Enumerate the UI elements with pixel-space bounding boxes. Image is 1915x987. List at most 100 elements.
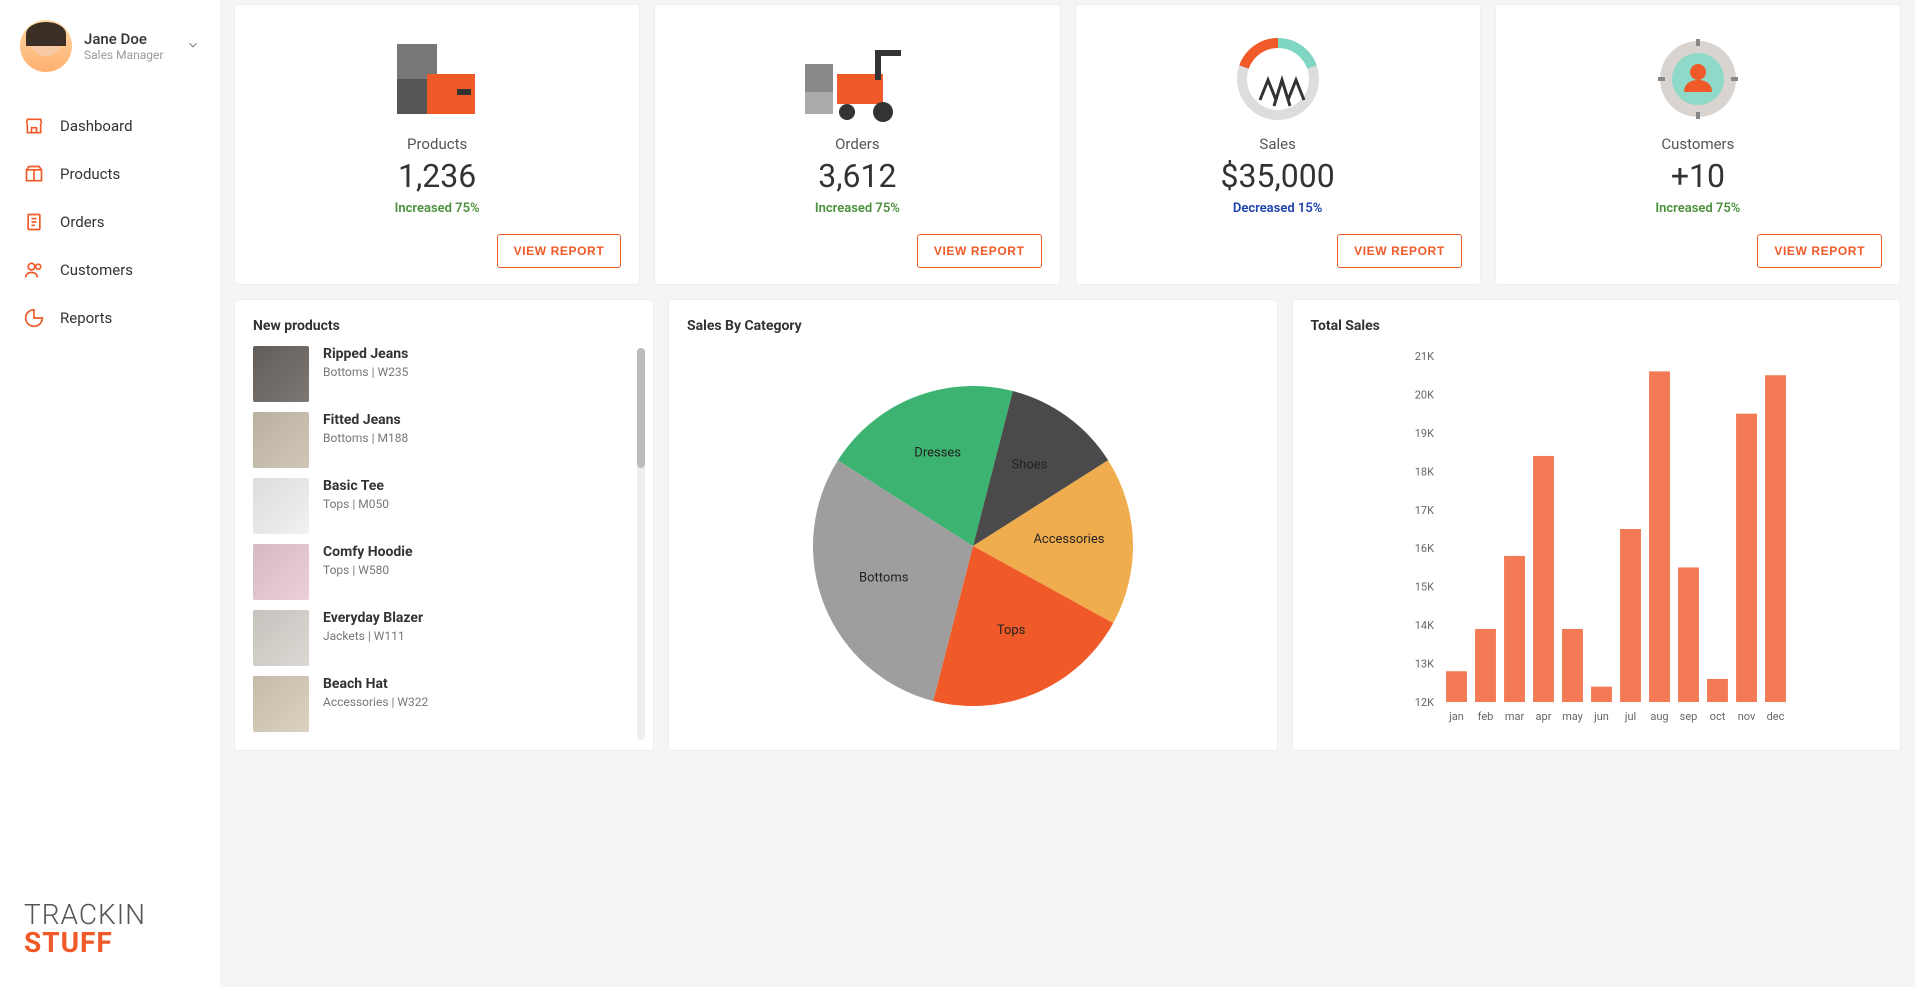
panel-title: Total Sales	[1311, 318, 1883, 334]
y-tick: 16K	[1415, 542, 1434, 555]
x-tick: aug	[1651, 710, 1669, 723]
bar-dec	[1765, 375, 1786, 702]
view-report-button[interactable]: VIEW REPORT	[497, 234, 622, 268]
sidebar-item-label: Reports	[60, 309, 112, 327]
product-thumb	[253, 544, 309, 600]
sidebar-item-dashboard[interactable]: Dashboard	[0, 102, 220, 150]
list-item[interactable]: Basic Tee Tops | M050	[253, 478, 615, 534]
bar-nov	[1736, 414, 1757, 702]
product-sub: Tops | M050	[323, 497, 389, 511]
sidebar-item-label: Dashboard	[60, 117, 133, 135]
x-tick: jan	[1448, 710, 1464, 723]
bar-jul	[1620, 529, 1641, 702]
x-tick: apr	[1536, 710, 1552, 723]
y-tick: 20K	[1415, 388, 1434, 401]
product-thumb	[253, 346, 309, 402]
product-name: Basic Tee	[323, 478, 389, 494]
stat-label: Sales	[1259, 135, 1295, 153]
sidebar-item-products[interactable]: Products	[0, 150, 220, 198]
product-sub: Bottoms | M188	[323, 431, 408, 445]
sidebar-item-orders[interactable]: Orders	[0, 198, 220, 246]
y-tick: 21K	[1415, 350, 1434, 363]
stat-value: 1,236	[398, 157, 476, 195]
main: Products1,236Increased 75%VIEW REPORTOrd…	[220, 0, 1915, 987]
stat-delta: Increased 75%	[1655, 201, 1740, 216]
y-tick: 15K	[1415, 581, 1434, 594]
panel-title: New products	[253, 318, 635, 334]
product-sub: Bottoms | W235	[323, 365, 408, 379]
sidebar-item-customers[interactable]: Customers	[0, 246, 220, 294]
chevron-down-icon	[186, 37, 200, 56]
panel-title: Sales By Category	[687, 318, 1259, 334]
sidebar-item-label: Products	[60, 165, 120, 183]
view-report-button[interactable]: VIEW REPORT	[1757, 234, 1882, 268]
stat-label: Products	[407, 135, 467, 153]
stat-value: +10	[1671, 157, 1725, 195]
stat-value: 3,612	[818, 157, 896, 195]
bar-sep	[1678, 567, 1699, 702]
x-tick: jun	[1593, 710, 1609, 723]
y-tick: 14K	[1415, 619, 1434, 632]
y-tick: 19K	[1415, 427, 1434, 440]
nav: Dashboard Products Orders Customers Reports	[0, 102, 220, 342]
box-icon	[24, 164, 44, 184]
x-tick: sep	[1680, 710, 1698, 723]
list-item[interactable]: Beach Hat Accessories | W322	[253, 676, 615, 732]
stat-card-customers: Customers+10Increased 75%VIEW REPORT	[1495, 4, 1901, 285]
product-thumb	[253, 676, 309, 732]
bar-aug	[1649, 371, 1670, 702]
new-products-panel: New products Ripped Jeans Bottoms | W235 F…	[234, 299, 654, 751]
bar-chart: 12K13K14K15K16K17K18K19K20K21Kjanfebmara…	[1396, 346, 1796, 726]
list-item[interactable]: Ripped Jeans Bottoms | W235	[253, 346, 615, 402]
stat-icon	[1228, 31, 1328, 127]
bar-may	[1562, 629, 1583, 702]
sidebar-item-reports[interactable]: Reports	[0, 294, 220, 342]
product-thumb	[253, 610, 309, 666]
pie-label: Accessories	[1033, 532, 1104, 547]
stat-icon	[797, 31, 917, 127]
bar-jun	[1591, 687, 1612, 702]
stat-delta: Increased 75%	[815, 201, 900, 216]
list-item[interactable]: Everyday BlazerJackets | W111	[253, 610, 615, 666]
stat-card-products: Products 1,236 Increased 75% VIEW REPORT	[234, 4, 640, 285]
product-name: Beach Hat	[323, 676, 428, 692]
x-tick: feb	[1478, 710, 1494, 723]
y-tick: 18K	[1415, 465, 1434, 478]
scrollbar-thumb[interactable]	[637, 348, 645, 468]
total-sales-panel: Total Sales 12K 13K 14K 15K 16K 17K 18K 19K 20K 2…	[1292, 299, 1902, 751]
y-tick: 17K	[1415, 504, 1434, 517]
scrollbar[interactable]	[637, 348, 645, 740]
pie-label: Bottoms	[859, 570, 909, 585]
list-item[interactable]: Comfy HoodieTops | W580	[253, 544, 615, 600]
x-tick: jul	[1624, 710, 1636, 723]
product-sub: Jackets | W111	[323, 629, 423, 643]
sidebar-item-label: Orders	[60, 213, 105, 231]
user-menu[interactable]: Jane Doe Sales Manager	[0, 20, 220, 92]
stat-icon	[387, 31, 487, 127]
product-name: Ripped Jeans	[323, 346, 408, 362]
view-report-button[interactable]: VIEW REPORT	[1337, 234, 1462, 268]
stat-delta: Increased 75%	[395, 201, 480, 216]
logo: TRACKIN STUFF	[0, 881, 220, 967]
product-sub: Accessories | W322	[323, 695, 428, 709]
product-name: Comfy Hoodie	[323, 544, 413, 560]
bar-feb	[1475, 629, 1496, 702]
x-tick: mar	[1505, 710, 1525, 723]
view-report-button[interactable]: VIEW REPORT	[917, 234, 1042, 268]
stat-value: $35,000	[1221, 157, 1335, 195]
shop-icon	[24, 116, 44, 136]
x-tick: may	[1562, 710, 1584, 723]
user-name: Jane Doe	[84, 30, 163, 48]
list-item[interactable]: Fitted JeansBottoms | M188	[253, 412, 615, 468]
pie-label: Dresses	[914, 446, 961, 461]
y-tick: 13K	[1415, 658, 1434, 671]
bar-mar	[1504, 556, 1525, 702]
logo-line2: STUFF	[24, 929, 196, 957]
x-tick: dec	[1767, 710, 1785, 723]
user-role: Sales Manager	[84, 48, 163, 62]
product-thumb	[253, 478, 309, 534]
pie-label: Tops	[997, 623, 1026, 638]
y-tick: 12K	[1415, 696, 1434, 709]
pie-chart: ShoesAccessoriesTopsBottomsDresses	[793, 356, 1153, 716]
product-list: Ripped Jeans Bottoms | W235 Fitted JeansBo…	[253, 346, 635, 732]
